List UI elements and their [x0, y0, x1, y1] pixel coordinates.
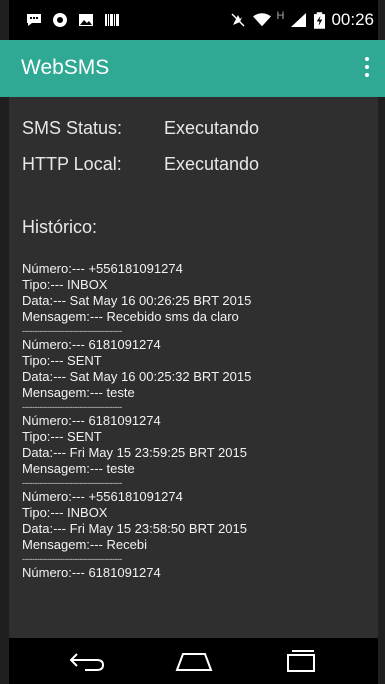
- sms-status-value: Executando: [164, 118, 260, 138]
- entry-tipo: Tipo:--- INBOX: [22, 277, 108, 292]
- network-type-indicator: H: [276, 10, 285, 22]
- http-status-value: Executando: [164, 154, 260, 174]
- history-title: Histórico:: [22, 217, 98, 237]
- app-bar: WebSMS: [9, 40, 378, 97]
- history-entry: Número:--- 6181091274 Tipo:--- SENT Data…: [22, 337, 372, 413]
- entry-numero: Número:--- 6181091274: [22, 413, 161, 428]
- entry-mensagem: Mensagem:--- Recebido sms da claro: [22, 309, 239, 324]
- overflow-menu-icon[interactable]: [362, 57, 372, 81]
- sms-status-row: SMS Status: Executando: [22, 118, 259, 139]
- entry-mensagem: Mensagem:--- teste: [22, 385, 135, 400]
- chat-icon: [27, 14, 41, 26]
- navigation-bar: [9, 638, 378, 684]
- left-edge: [0, 0, 9, 684]
- main-content: SMS Status: Executando HTTP Local: Executa…: [9, 97, 378, 638]
- history-entry: Número:--- 6181091274: [22, 565, 372, 581]
- entry-numero: Número:--- 6181091274: [22, 565, 161, 580]
- entry-numero: Número:--- +556181091274: [22, 489, 183, 504]
- http-status-label: HTTP Local:: [22, 154, 122, 174]
- status-bar: H 00:26: [9, 0, 378, 40]
- sms-status-label: SMS Status:: [22, 118, 123, 138]
- entry-separator: ----------------------------------------: [22, 402, 122, 412]
- home-icon: [175, 653, 213, 671]
- entry-data: Data:--- Sat May 16 00:25:32 BRT 2015: [22, 369, 252, 384]
- app-title: WebSMS: [21, 56, 110, 79]
- entry-numero: Número:--- 6181091274: [22, 337, 161, 352]
- wifi-icon: [252, 13, 271, 27]
- phone-screen: H 00:26 WebSMS SMS Status: Executando HTT…: [9, 0, 378, 684]
- settings-icon: [53, 13, 67, 27]
- entry-mensagem: Mensagem:--- teste: [22, 461, 135, 476]
- entry-tipo: Tipo:--- INBOX: [22, 505, 108, 520]
- entry-separator: ----------------------------------------: [22, 554, 122, 564]
- history-entry: Número:--- +556181091274 Tipo:--- INBOX …: [22, 489, 372, 565]
- barcode-icon: [105, 14, 119, 26]
- entry-mensagem: Mensagem:--- Recebi: [22, 537, 147, 552]
- entry-data: Data:--- Fri May 15 23:58:50 BRT 2015: [22, 521, 247, 536]
- image-icon: [79, 14, 93, 26]
- back-icon: [69, 653, 105, 671]
- status-time: 00:26: [331, 10, 374, 29]
- entry-separator: ----------------------------------------: [22, 326, 122, 336]
- http-status-row: HTTP Local: Executando: [22, 154, 259, 175]
- back-button[interactable]: [57, 638, 117, 684]
- recents-icon: [287, 650, 315, 672]
- home-button[interactable]: [164, 638, 224, 684]
- recents-button[interactable]: [271, 638, 331, 684]
- history-list: Número:--- +556181091274 Tipo:--- INBOX …: [22, 261, 372, 581]
- battery-icon: [314, 11, 326, 29]
- entry-tipo: Tipo:--- SENT: [22, 353, 102, 368]
- entry-data: Data:--- Sat May 16 00:26:25 BRT 2015: [22, 293, 252, 308]
- right-edge: [378, 0, 385, 684]
- history-entry: Número:--- 6181091274 Tipo:--- SENT Data…: [22, 413, 372, 489]
- entry-tipo: Tipo:--- SENT: [22, 429, 102, 444]
- entry-data: Data:--- Fri May 15 23:59:25 BRT 2015: [22, 445, 247, 460]
- entry-separator: ----------------------------------------: [22, 478, 122, 488]
- history-entry: Número:--- +556181091274 Tipo:--- INBOX …: [22, 261, 372, 337]
- signal-icon: [291, 13, 307, 27]
- entry-numero: Número:--- +556181091274: [22, 261, 183, 276]
- mute-icon: [230, 13, 245, 27]
